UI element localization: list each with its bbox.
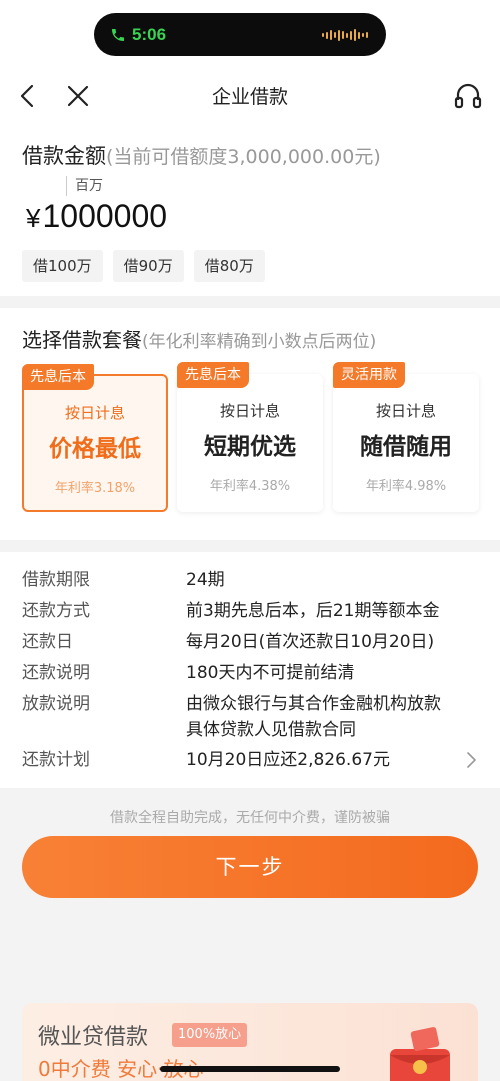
plan-name: 随借随用	[360, 434, 452, 460]
loan-plan-hint: (年化利率精确到小数点后两位)	[142, 332, 377, 352]
quick-amount-chip-100[interactable]: 借100万	[22, 250, 103, 282]
detail-value: 前3期先息后本，后21期等额本金	[186, 601, 440, 621]
detail-value-line2: 具体贷款人见借款合同	[186, 720, 356, 740]
detail-value: 由微众银行与其合作金融机构放款	[186, 694, 441, 714]
detail-label: 还款说明	[22, 663, 90, 683]
plan-card-lowest-price[interactable]: 先息后本 按日计息 价格最低 年利率3.18%	[22, 364, 168, 512]
plan-card-short-term[interactable]: 先息后本 按日计息 短期优选 年利率4.38%	[177, 362, 323, 512]
loan-amount-input[interactable]: ¥1000000	[26, 198, 167, 235]
loan-amount-label: 借款金额	[22, 144, 106, 168]
navigation-bar: 企业借款	[0, 68, 500, 126]
loan-plan-label: 选择借款套餐	[22, 328, 142, 352]
currency-symbol: ¥	[26, 203, 41, 233]
headset-support-icon[interactable]	[452, 80, 484, 112]
detail-label: 放款说明	[22, 694, 90, 714]
quick-amount-chip-90[interactable]: 借90万	[112, 250, 184, 282]
loan-details-section: 借款期限 24期 还款方式 前3期先息后本，后21期等额本金 还款日 每月20日…	[0, 552, 500, 788]
quick-amount-chip-80[interactable]: 借80万	[193, 250, 265, 282]
plan-tag: 先息后本	[177, 362, 249, 388]
detail-value: 180天内不可提前结清	[186, 663, 355, 683]
loan-amount-value: 1000000	[42, 198, 168, 234]
plan-card-flexible[interactable]: 灵活用款 按日计息 随借随用 年利率4.98%	[333, 362, 479, 512]
promo-badge: 100%放心	[172, 1023, 248, 1047]
chevron-right-icon	[467, 752, 476, 768]
detail-value: 24期	[186, 570, 225, 590]
amount-unit-hint: 百万	[66, 176, 103, 196]
detail-value: 每月20日(首次还款日10月20日)	[186, 632, 435, 652]
plan-tag: 灵活用款	[333, 362, 405, 388]
plan-name: 价格最低	[49, 436, 141, 462]
red-envelope-icon	[390, 1027, 450, 1081]
plan-interest-type: 按日计息	[219, 402, 280, 420]
phone-icon	[112, 28, 124, 41]
status-bar: 5:06	[0, 0, 500, 68]
loan-plan-section: 选择借款套餐(年化利率精确到小数点后两位) 先息后本 按日计息 价格最低 年利率…	[0, 308, 500, 540]
plan-name: 短期优选	[204, 434, 296, 460]
promo-title: 微业贷借款	[38, 1025, 149, 1050]
detail-label: 还款计划	[22, 750, 90, 770]
status-time: 5:06	[132, 24, 167, 44]
credit-limit-hint: (当前可借额度3,000,000.00元)	[106, 146, 381, 168]
plan-tag: 先息后本	[22, 364, 94, 390]
detail-label: 借款期限	[22, 570, 90, 590]
page-title: 企业借款	[211, 86, 288, 108]
next-step-button[interactable]: 下一步	[22, 836, 478, 898]
dynamic-island[interactable]: 5:06	[94, 13, 386, 56]
audio-waveform-icon	[322, 29, 368, 41]
plan-interest-type: 按日计息	[375, 402, 436, 420]
anti-fraud-notice: 借款全程自助完成，无任何中介费，谨防被骗	[110, 810, 390, 826]
active-call-indicator[interactable]: 5:06	[102, 20, 174, 49]
plan-annual-rate: 年利率4.98%	[365, 479, 447, 494]
detail-label: 还款日	[22, 632, 73, 652]
detail-value: 10月20日应还2,826.67元	[186, 750, 390, 770]
plan-interest-type: 按日计息	[64, 404, 125, 422]
home-indicator	[160, 1066, 340, 1072]
loan-plan-heading: 选择借款套餐(年化利率精确到小数点后两位)	[22, 324, 376, 353]
loan-amount-heading: 借款金额(当前可借额度3,000,000.00元)	[22, 140, 381, 170]
plan-annual-rate: 年利率4.38%	[209, 479, 291, 494]
detail-label: 还款方式	[22, 601, 90, 621]
quick-amount-chips: 借100万 借90万 借80万	[22, 250, 265, 282]
plan-annual-rate: 年利率3.18%	[54, 481, 136, 496]
loan-amount-section: 借款金额(当前可借额度3,000,000.00元) 百万 ¥1000000 借1…	[0, 126, 500, 296]
